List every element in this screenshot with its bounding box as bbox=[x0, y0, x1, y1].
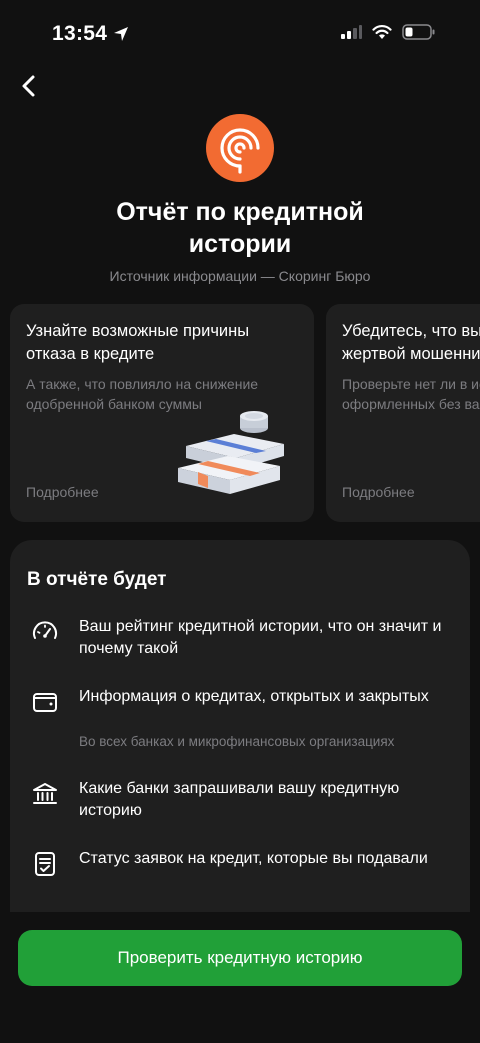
report-panel-title: В отчёте будет bbox=[27, 569, 167, 590]
feature-text: Статус заявок на кредит, которые вы пода… bbox=[79, 850, 428, 867]
check-credit-history-button[interactable]: Проверить кредитную историю bbox=[18, 930, 462, 986]
feature-text: Ваш рейтинг кредитной истории, что он зн… bbox=[79, 618, 442, 657]
status-icons bbox=[340, 24, 436, 40]
report-contents-panel: В отчёте будет Ваш рейтинг кредитной ист… bbox=[10, 540, 470, 940]
feature-text: Информация о кредитах, открытых и закрыт… bbox=[79, 688, 429, 705]
feature-text: Какие банки запрашивали вашу кредитную и… bbox=[79, 780, 400, 819]
card-title: Убедитесь, что вы не стали жертвой мошен… bbox=[342, 322, 480, 363]
feature-subtext: Во всех банках и микрофинансовых организ… bbox=[79, 734, 395, 749]
speedometer-icon bbox=[33, 621, 57, 639]
target-swirl-icon bbox=[220, 128, 260, 174]
time-text: 13:54 bbox=[52, 22, 108, 45]
screen: 13:54 Отчёт по кредитной истории Источни… bbox=[0, 0, 480, 1043]
page-subtitle: Источник информации — Скоринг Бюро bbox=[109, 268, 371, 284]
back-button[interactable] bbox=[10, 68, 46, 104]
document-check-icon bbox=[35, 852, 55, 876]
status-time: 13:54 bbox=[52, 22, 129, 46]
wallet-icon bbox=[33, 693, 57, 712]
card-title: Узнайте возможные причины отказа в креди… bbox=[26, 322, 250, 363]
bank-icon bbox=[33, 783, 57, 804]
card-more-link[interactable]: Подробнее bbox=[26, 484, 99, 500]
feature-item-credits: Информация о кредитах, открытых и закрыт… bbox=[27, 686, 457, 756]
status-bar: 13:54 bbox=[0, 0, 480, 70]
chevron-left-icon bbox=[22, 75, 35, 97]
page-title-line2: истории bbox=[188, 230, 292, 258]
signal-icon bbox=[341, 25, 362, 39]
battery-icon bbox=[402, 24, 435, 40]
promo-card-fraud-check[interactable]: Убедитесь, что вы не стали жертвой мошен… bbox=[326, 304, 480, 522]
feature-item-applications: Статус заявок на кредит, которые вы пода… bbox=[27, 848, 457, 898]
page-title-line1: Отчёт по кредитной bbox=[116, 198, 364, 226]
promo-carousel[interactable]: Узнайте возможные причины отказа в креди… bbox=[10, 304, 480, 522]
location-arrow-icon bbox=[114, 27, 129, 41]
scoring-bureau-logo bbox=[206, 114, 274, 182]
wifi-icon bbox=[372, 25, 392, 39]
page-title: Отчёт по кредитной истории bbox=[40, 196, 440, 260]
money-stack-illustration bbox=[178, 411, 284, 494]
card-more-link[interactable]: Подробнее bbox=[342, 484, 415, 500]
feature-item-rating: Ваш рейтинг кредитной истории, что он зн… bbox=[27, 616, 457, 666]
card-description: Проверьте нет ли в истории кредитов, офо… bbox=[342, 376, 480, 412]
promo-card-refusal-reasons[interactable]: Узнайте возможные причины отказа в креди… bbox=[10, 304, 314, 522]
feature-item-bank-requests: Какие банки запрашивали вашу кредитную и… bbox=[27, 778, 457, 828]
